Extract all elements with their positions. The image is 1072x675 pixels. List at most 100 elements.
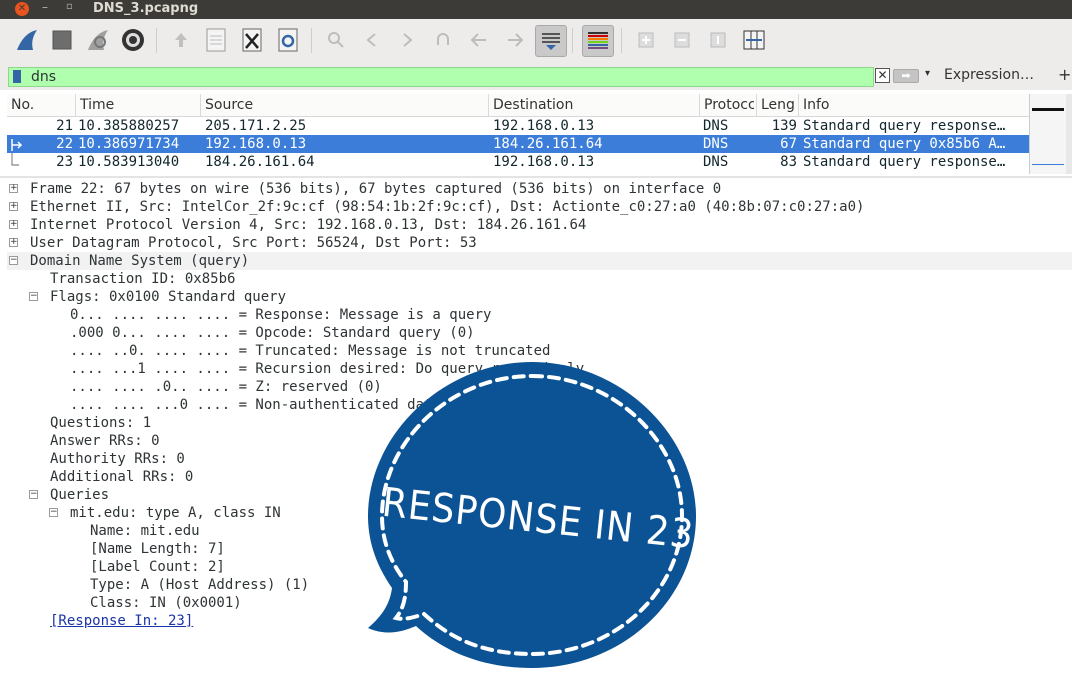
add-filter-button[interactable]: + xyxy=(1058,65,1071,84)
expression-button[interactable]: Expression… xyxy=(944,67,1034,83)
detail-text: 0... .... .... .... = Response: Message … xyxy=(70,307,492,323)
normal-size-icon[interactable] xyxy=(703,25,733,55)
expand-icon[interactable]: + xyxy=(9,184,18,193)
packet-time: 10.583913040 xyxy=(78,154,180,170)
detail-tree-item[interactable]: + Internet Protocol Version 4, Src: 192.1… xyxy=(7,216,1072,234)
packet-row-selected[interactable]: 22 10.386971734 192.168.0.13 184.26.161.… xyxy=(7,135,1029,153)
packet-list-header: No. Time Source Destination Protocc Leng… xyxy=(7,94,1029,117)
packet-length: 67 xyxy=(780,136,797,152)
detail-text: Flags: 0x0100 Standard query xyxy=(50,289,287,305)
go-first-icon[interactable] xyxy=(464,25,494,55)
minimize-window-button[interactable]: – xyxy=(42,0,48,14)
clear-filter-button[interactable]: ✕ xyxy=(875,68,890,83)
detail-tree-item[interactable]: + User Datagram Protocol, Src Port: 56524… xyxy=(7,234,1072,252)
detail-text: User Datagram Protocol, Src Port: 56524,… xyxy=(30,235,477,251)
detail-text: mit.edu: type A, class IN xyxy=(70,505,281,521)
main-toolbar xyxy=(0,19,1072,65)
title-bar: ✕ – ▫ DNS_3.pcapng xyxy=(0,0,1072,19)
detail-text: .... .... .0.. .... = Z: reserved (0) xyxy=(70,379,382,395)
go-to-packet-icon[interactable] xyxy=(428,25,458,55)
column-header-source[interactable]: Source xyxy=(205,97,253,113)
column-header-time[interactable]: Time xyxy=(80,97,114,113)
go-back-icon[interactable] xyxy=(357,25,387,55)
resize-columns-icon[interactable] xyxy=(739,25,769,55)
colorize-icon[interactable] xyxy=(582,25,614,57)
packet-source: 205.171.2.25 xyxy=(205,118,307,134)
collapse-icon[interactable]: − xyxy=(49,508,58,517)
go-forward-icon[interactable] xyxy=(392,25,422,55)
find-packet-icon[interactable] xyxy=(321,25,351,55)
save-file-icon[interactable] xyxy=(201,25,231,55)
packet-list-minimap[interactable] xyxy=(1029,94,1066,174)
detail-tree-item[interactable]: + Ethernet II, Src: IntelCor_2f:9c:cf (98… xyxy=(7,198,1072,216)
expand-icon[interactable]: + xyxy=(9,238,18,247)
packet-protocol: DNS xyxy=(703,154,729,170)
maximize-window-button[interactable]: ▫ xyxy=(66,1,73,12)
detail-text: Name: mit.edu xyxy=(90,523,200,539)
column-header-length[interactable]: Leng xyxy=(761,97,795,113)
detail-text: Frame 22: 67 bytes on wire (536 bits), 6… xyxy=(30,181,722,197)
collapse-icon[interactable]: − xyxy=(29,490,38,499)
packet-no: 22 xyxy=(56,136,73,152)
response-in-speech-bubble: RESPONSE IN 23 xyxy=(368,362,696,668)
packet-no: 21 xyxy=(56,118,73,134)
open-file-icon[interactable] xyxy=(166,25,196,55)
packet-time: 10.386971734 xyxy=(78,136,180,152)
packet-row[interactable]: 23 10.583913040 184.26.161.64 192.168.0.… xyxy=(7,153,1029,171)
packet-info: Standard query 0x85b6 A… xyxy=(803,136,1006,152)
detail-text: .000 0... .... .... = Opcode: Standard q… xyxy=(70,325,475,341)
start-capture-icon[interactable] xyxy=(12,25,42,55)
detail-tree-item[interactable]: − Flags: 0x0100 Standard query xyxy=(7,288,1072,306)
window-title: DNS_3.pcapng xyxy=(93,1,199,16)
detail-tree-item[interactable]: + Frame 22: 67 bytes on wire (536 bits), … xyxy=(7,180,1072,198)
detail-text: Domain Name System (query) xyxy=(30,253,250,269)
column-header-destination[interactable]: Destination xyxy=(493,97,573,113)
response-in-link[interactable]: [Response In: 23] xyxy=(50,612,193,630)
bookmark-icon[interactable] xyxy=(13,70,21,83)
column-header-info[interactable]: Info xyxy=(803,97,830,113)
stop-capture-icon[interactable] xyxy=(47,25,77,55)
filter-history-dropdown[interactable]: ▾ xyxy=(925,68,930,79)
packet-row[interactable]: 21 10.385880257 205.171.2.25 192.168.0.1… xyxy=(7,117,1029,135)
column-header-no[interactable]: No. xyxy=(11,97,34,113)
display-filter-input[interactable]: dns xyxy=(8,67,874,87)
packet-info: Standard query response… xyxy=(803,118,1006,134)
expand-icon[interactable]: + xyxy=(9,220,18,229)
close-file-icon[interactable] xyxy=(237,25,267,55)
capture-options-icon[interactable] xyxy=(118,25,148,55)
packet-no: 23 xyxy=(56,154,73,170)
collapse-icon[interactable]: − xyxy=(29,292,38,301)
detail-tree-item[interactable]: − Domain Name System (query) xyxy=(7,252,1072,270)
packet-destination: 192.168.0.13 xyxy=(493,118,595,134)
display-filter-bar: dns ✕ ➡ ▾ Expression… + xyxy=(0,64,1072,90)
zoom-in-icon[interactable] xyxy=(631,25,661,55)
packet-list: No. Time Source Destination Protocc Leng… xyxy=(7,94,1029,174)
packet-source: 192.168.0.13 xyxy=(205,136,307,152)
detail-tree-item[interactable]: Transaction ID: 0x85b6 xyxy=(7,270,1072,288)
packet-protocol: DNS xyxy=(703,118,729,134)
packet-protocol: DNS xyxy=(703,136,729,152)
packet-destination: 192.168.0.13 xyxy=(493,154,595,170)
detail-tree-item[interactable]: 0... .... .... .... = Response: Message … xyxy=(7,306,1072,324)
apply-filter-button[interactable]: ➡ xyxy=(893,69,919,83)
pane-splitter[interactable] xyxy=(0,176,1072,178)
autoscroll-icon[interactable] xyxy=(535,25,567,57)
reload-file-icon[interactable] xyxy=(273,25,303,55)
packet-info: Standard query response… xyxy=(803,154,1006,170)
detail-text: [Name Length: 7] xyxy=(90,541,225,557)
detail-tree-item[interactable]: .000 0... .... .... = Opcode: Standard q… xyxy=(7,324,1072,342)
close-window-button[interactable]: ✕ xyxy=(15,2,29,16)
restart-capture-icon[interactable] xyxy=(83,25,113,55)
expand-icon[interactable]: + xyxy=(9,202,18,211)
packet-destination: 184.26.161.64 xyxy=(493,136,603,152)
detail-text: Ethernet II, Src: IntelCor_2f:9c:cf (98:… xyxy=(30,199,865,215)
go-last-icon[interactable] xyxy=(500,25,530,55)
collapse-icon[interactable]: − xyxy=(9,256,18,265)
detail-text: Additional RRs: 0 xyxy=(50,469,194,485)
zoom-out-icon[interactable] xyxy=(667,25,697,55)
detail-text: Authority RRs: 0 xyxy=(50,451,185,467)
detail-text: Internet Protocol Version 4, Src: 192.16… xyxy=(30,217,587,233)
column-header-protocol[interactable]: Protocc xyxy=(704,97,754,113)
request-arrow-icon xyxy=(11,139,23,151)
packet-list-scrollbar[interactable] xyxy=(1066,94,1072,174)
